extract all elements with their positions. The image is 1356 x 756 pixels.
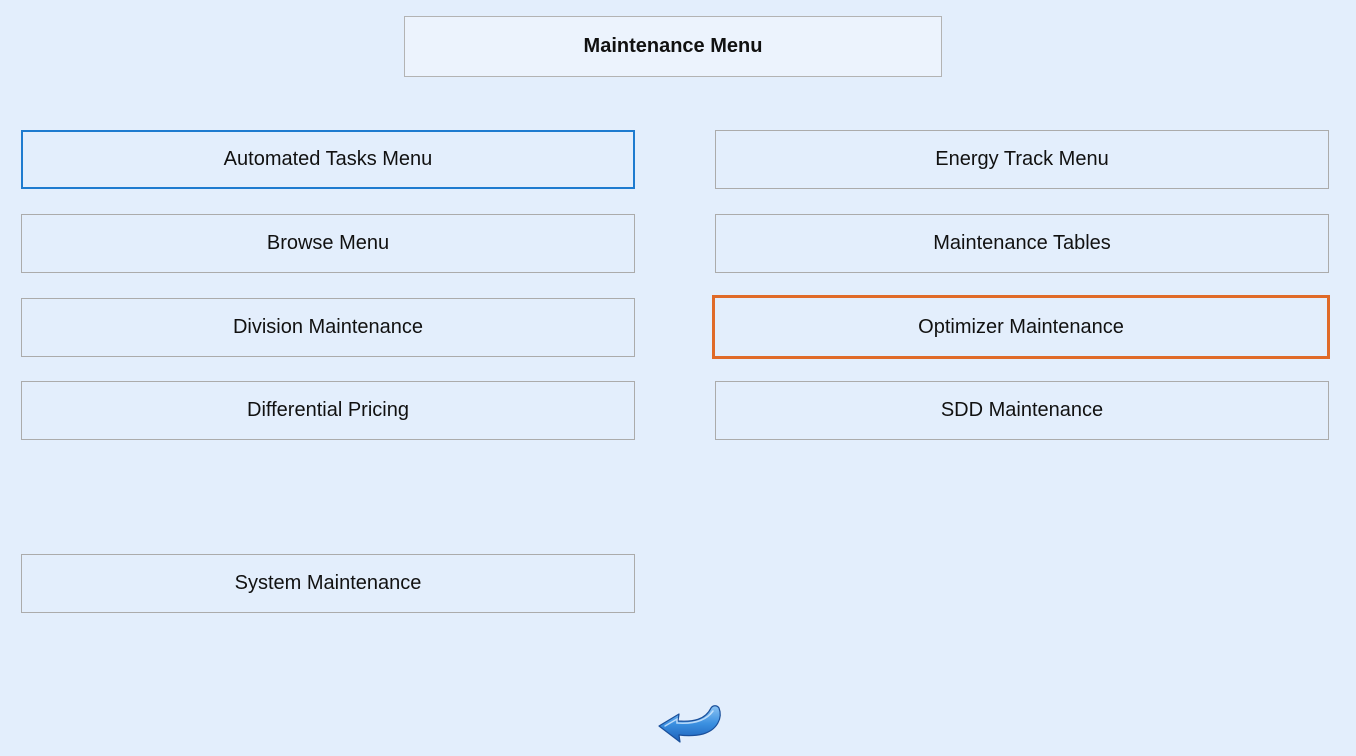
automated-tasks-menu-button[interactable]: Automated Tasks Menu (21, 130, 635, 189)
energy-track-menu-button[interactable]: Energy Track Menu (715, 130, 1329, 189)
back-arrow-icon (658, 705, 721, 743)
division-maintenance-button[interactable]: Division Maintenance (21, 298, 635, 357)
optimizer-maintenance-button[interactable]: Optimizer Maintenance (712, 295, 1330, 359)
maintenance-tables-button[interactable]: Maintenance Tables (715, 214, 1329, 273)
system-maintenance-button[interactable]: System Maintenance (21, 554, 635, 613)
browse-menu-button[interactable]: Browse Menu (21, 214, 635, 273)
page-title: Maintenance Menu (404, 16, 942, 77)
back-button[interactable] (655, 700, 727, 746)
differential-pricing-button[interactable]: Differential Pricing (21, 381, 635, 440)
sdd-maintenance-button[interactable]: SDD Maintenance (715, 381, 1329, 440)
